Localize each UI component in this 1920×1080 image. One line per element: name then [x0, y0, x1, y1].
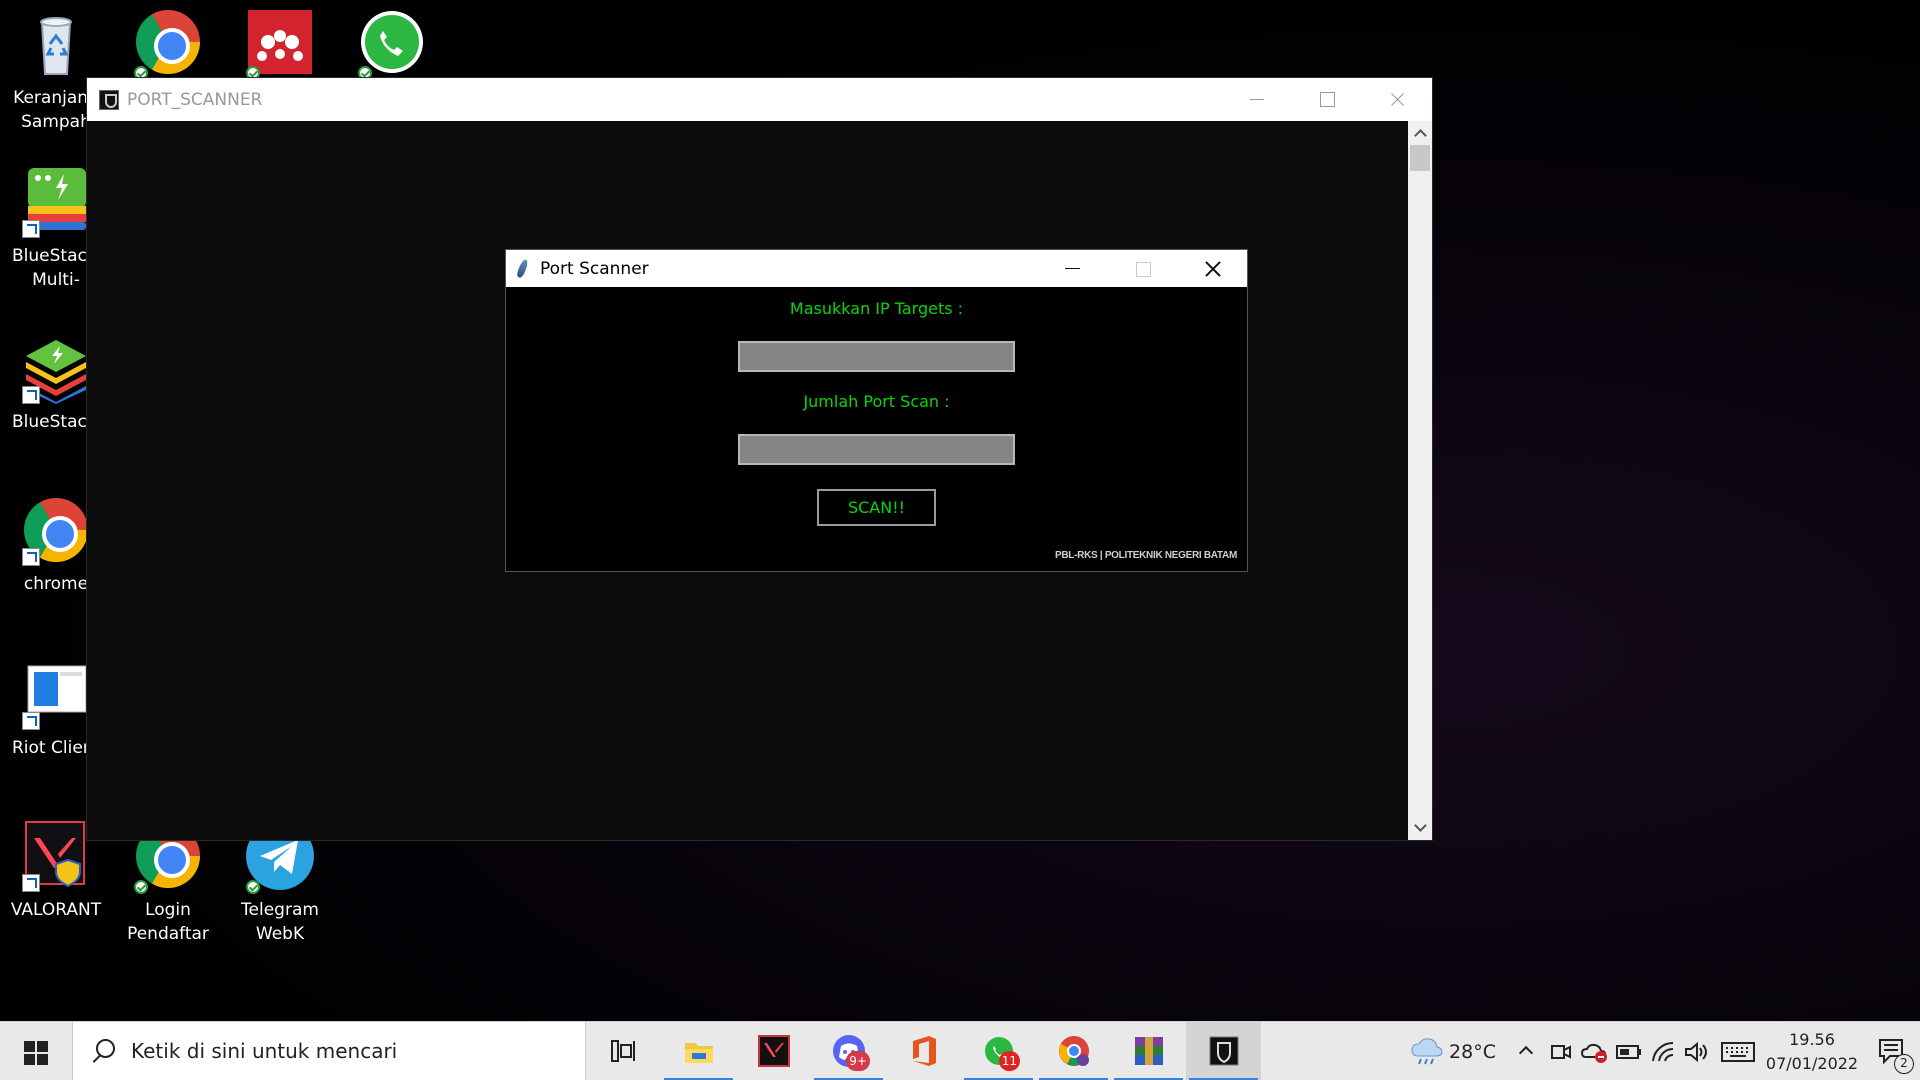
desktop-icon-whatsapp[interactable]: [336, 6, 448, 80]
telegram-webk-label: Telegram WebK: [241, 900, 319, 944]
valorant-icon: [757, 1035, 790, 1067]
keyboard-icon: [1721, 1042, 1755, 1062]
onedrive-button[interactable]: [1578, 1022, 1612, 1080]
meet-now-button[interactable]: [1544, 1022, 1578, 1080]
system-tray: 28°C 19.56 07/01/2022 2: [1405, 1022, 1920, 1080]
task-view-button[interactable]: [586, 1022, 661, 1080]
shortcut-arrow-icon: [22, 712, 40, 730]
valorant-icon: [20, 820, 92, 892]
main-window-titlebar[interactable]: PORT_SCANNER: [87, 78, 1432, 121]
taskbar-clock[interactable]: 19.56 07/01/2022: [1762, 1028, 1862, 1076]
volume-button[interactable]: [1680, 1022, 1714, 1080]
bluestacks-icon: [20, 332, 92, 404]
shortcut-arrow-icon: [22, 548, 40, 566]
port-count-input[interactable]: [738, 434, 1015, 465]
scroll-thumb[interactable]: [1410, 145, 1430, 171]
vertical-scrollbar[interactable]: [1408, 121, 1432, 840]
speaker-icon: [1685, 1041, 1707, 1063]
port-scanner-dialog: Port Scanner Masukkan IP Targets : Jumla…: [505, 249, 1248, 572]
notification-count-badge: 2: [1894, 1054, 1914, 1074]
dialog-title: Port Scanner: [540, 258, 649, 279]
dialog-minimize-button[interactable]: [1037, 250, 1107, 287]
taskbar-discord[interactable]: 9+: [811, 1022, 886, 1080]
desktop: Keranjang Sampah BlueStacks Multi- BlueS…: [0, 0, 1920, 1021]
chrome-label: chrome: [23, 574, 89, 594]
chrome-icon: [1058, 1036, 1089, 1066]
taskbar-valorant[interactable]: [736, 1022, 811, 1080]
taskbar-office[interactable]: [886, 1022, 961, 1080]
camera-icon: [1551, 1045, 1571, 1059]
valorant-label: VALORANT: [10, 900, 102, 920]
feather-icon: [514, 258, 532, 280]
touch-keyboard-button[interactable]: [1714, 1022, 1762, 1080]
taskbar: Ketik di sini untuk mencari 9+ 11 28°C 1…: [0, 1021, 1920, 1080]
clock-time: 19.56: [1789, 1029, 1835, 1049]
taskbar-file-explorer[interactable]: [661, 1022, 736, 1080]
maximize-button[interactable]: [1292, 78, 1362, 121]
chevron-up-icon: [1518, 1045, 1534, 1061]
discord-badge: 9+: [846, 1050, 870, 1071]
ip-target-input[interactable]: [738, 341, 1015, 372]
riot-client-icon: [20, 658, 92, 730]
task-view-icon: [610, 1040, 635, 1062]
search-icon: [91, 1039, 115, 1063]
office-icon: [912, 1036, 936, 1066]
sync-status-icon: [246, 880, 260, 894]
bluestacks-multi-instance-icon: [20, 166, 92, 238]
dialog-body: Masukkan IP Targets : Jumlah Port Scan :…: [506, 287, 1247, 571]
scroll-down-arrow-icon[interactable]: [1408, 816, 1432, 840]
recycle-bin-icon: [20, 8, 92, 80]
main-window-title: PORT_SCANNER: [127, 89, 263, 110]
scroll-up-arrow-icon[interactable]: [1408, 121, 1432, 145]
minimize-button[interactable]: [1222, 78, 1292, 121]
weather-button[interactable]: [1405, 1022, 1449, 1080]
taskbar-whatsapp[interactable]: 11: [961, 1022, 1036, 1080]
cloud-rain-icon: [1411, 1038, 1443, 1065]
chrome-icon: [132, 6, 204, 80]
search-placeholder: Ketik di sini untuk mencari: [131, 1039, 398, 1063]
port-count-label: Jumlah Port Scan :: [803, 392, 950, 411]
start-button[interactable]: [0, 1022, 72, 1080]
whatsapp-badge: 11: [998, 1050, 1020, 1071]
wifi-icon: [1652, 1041, 1674, 1062]
port-scanner-icon: [1209, 1036, 1238, 1066]
shortcut-arrow-icon: [22, 386, 40, 404]
ip-target-label: Masukkan IP Targets :: [789, 299, 964, 318]
shortcut-arrow-icon: [22, 220, 40, 238]
winrar-icon: [1134, 1037, 1163, 1065]
taskbar-port-scanner[interactable]: [1186, 1021, 1261, 1080]
whatsapp-icon: [356, 6, 428, 80]
taskbar-winrar[interactable]: [1111, 1022, 1186, 1080]
show-hidden-icons-button[interactable]: [1510, 1022, 1544, 1080]
dialog-close-button[interactable]: [1177, 250, 1247, 287]
taskbar-chrome[interactable]: [1036, 1022, 1111, 1080]
onedrive-error-icon: [1581, 1043, 1607, 1063]
battery-icon: [1616, 1045, 1641, 1059]
battery-button[interactable]: [1612, 1022, 1646, 1080]
login-pendaftar-label: Login Pendaftar: [127, 900, 209, 944]
folder-icon: [684, 1043, 713, 1063]
desktop-icon-mendeley[interactable]: [224, 6, 336, 80]
weather-temperature[interactable]: 28°C: [1449, 1041, 1496, 1063]
port-scanner-app-icon: [99, 89, 119, 110]
dialog-titlebar[interactable]: Port Scanner: [506, 250, 1247, 287]
clock-date: 07/01/2022: [1765, 1053, 1859, 1073]
desktop-icon-chrome-top[interactable]: [112, 6, 224, 80]
wifi-button[interactable]: [1646, 1022, 1680, 1080]
scan-button[interactable]: SCAN!!: [817, 489, 936, 526]
mendeley-icon: [244, 6, 316, 80]
action-center-button[interactable]: 2: [1862, 1022, 1920, 1080]
close-button[interactable]: [1362, 78, 1432, 121]
taskbar-search-box[interactable]: Ketik di sini untuk mencari: [72, 1021, 586, 1080]
shortcut-arrow-icon: [22, 874, 40, 892]
chrome-icon: [20, 494, 92, 566]
footer-credit: PBL-RKS | POLITEKNIK NEGERI BATAM: [1055, 550, 1237, 561]
dialog-maximize-button[interactable]: [1107, 250, 1177, 287]
sync-status-icon: [134, 880, 148, 894]
